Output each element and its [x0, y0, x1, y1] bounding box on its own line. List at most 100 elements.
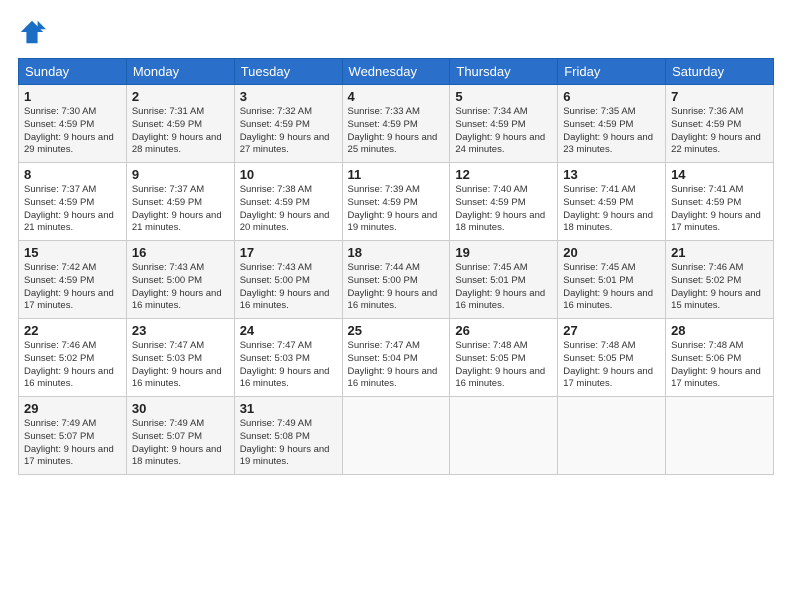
calendar-cell: 15Sunrise: 7:42 AMSunset: 4:59 PMDayligh…: [19, 241, 127, 319]
day-number: 11: [348, 167, 445, 182]
day-info: Sunrise: 7:49 AMSunset: 5:07 PMDaylight:…: [24, 418, 121, 469]
day-number: 12: [455, 167, 552, 182]
day-number: 31: [240, 401, 337, 416]
day-info: Sunrise: 7:32 AMSunset: 4:59 PMDaylight:…: [240, 106, 337, 157]
day-info: Sunrise: 7:35 AMSunset: 4:59 PMDaylight:…: [563, 106, 660, 157]
calendar-week-row: 1 Sunrise: 7:30 AMSunset: 4:59 PMDaylight…: [19, 85, 774, 163]
weekday-row: SundayMondayTuesdayWednesdayThursdayFrid…: [19, 59, 774, 85]
calendar-cell: 28 Sunrise: 7:48 AMSunset: 5:06 PMDayligh…: [666, 319, 774, 397]
calendar-week-row: 8 Sunrise: 7:37 AMSunset: 4:59 PMDaylight…: [19, 163, 774, 241]
day-info: Sunrise: 7:38 AMSunset: 4:59 PMDaylight:…: [240, 184, 337, 235]
calendar-header: SundayMondayTuesdayWednesdayThursdayFrid…: [19, 59, 774, 85]
day-info: Sunrise: 7:31 AMSunset: 4:59 PMDaylight:…: [132, 106, 229, 157]
day-info: Sunrise: 7:47 AMSunset: 5:03 PMDaylight:…: [240, 340, 337, 391]
day-info: Sunrise: 7:47 AMSunset: 5:03 PMDaylight:…: [132, 340, 229, 391]
day-number: 9: [132, 167, 229, 182]
calendar-cell: [558, 397, 666, 475]
calendar-cell: 9 Sunrise: 7:37 AMSunset: 4:59 PMDaylight…: [126, 163, 234, 241]
weekday-header: Friday: [558, 59, 666, 85]
calendar-cell: [666, 397, 774, 475]
day-number: 10: [240, 167, 337, 182]
day-number: 5: [455, 89, 552, 104]
day-number: 2: [132, 89, 229, 104]
day-info: Sunrise: 7:48 AMSunset: 5:05 PMDaylight:…: [563, 340, 660, 391]
day-info: Sunrise: 7:49 AMSunset: 5:07 PMDaylight:…: [132, 418, 229, 469]
calendar-cell: 4 Sunrise: 7:33 AMSunset: 4:59 PMDaylight…: [342, 85, 450, 163]
day-info: Sunrise: 7:37 AMSunset: 4:59 PMDaylight:…: [132, 184, 229, 235]
page-container: SundayMondayTuesdayWednesdayThursdayFrid…: [0, 0, 792, 485]
weekday-header: Sunday: [19, 59, 127, 85]
day-info: Sunrise: 7:30 AMSunset: 4:59 PMDaylight:…: [24, 106, 121, 157]
weekday-header: Monday: [126, 59, 234, 85]
calendar-cell: 12 Sunrise: 7:40 AMSunset: 4:59 PMDayligh…: [450, 163, 558, 241]
day-info: Sunrise: 7:46 AMSunset: 5:02 PMDaylight:…: [671, 262, 768, 313]
day-info: Sunrise: 7:33 AMSunset: 4:59 PMDaylight:…: [348, 106, 445, 157]
day-number: 13: [563, 167, 660, 182]
day-number: 24: [240, 323, 337, 338]
header: [18, 18, 774, 46]
day-number: 4: [348, 89, 445, 104]
calendar-cell: 1 Sunrise: 7:30 AMSunset: 4:59 PMDaylight…: [19, 85, 127, 163]
day-info: Sunrise: 7:34 AMSunset: 4:59 PMDaylight:…: [455, 106, 552, 157]
day-info: Sunrise: 7:47 AMSunset: 5:04 PMDaylight:…: [348, 340, 445, 391]
calendar-cell: 14 Sunrise: 7:41 AMSunset: 4:59 PMDayligh…: [666, 163, 774, 241]
day-info: Sunrise: 7:41 AMSunset: 4:59 PMDaylight:…: [563, 184, 660, 235]
calendar-cell: 21 Sunrise: 7:46 AMSunset: 5:02 PMDayligh…: [666, 241, 774, 319]
calendar-cell: 31 Sunrise: 7:49 AMSunset: 5:08 PMDayligh…: [234, 397, 342, 475]
day-number: 25: [348, 323, 445, 338]
calendar-cell: 10 Sunrise: 7:38 AMSunset: 4:59 PMDayligh…: [234, 163, 342, 241]
day-info: Sunrise: 7:37 AMSunset: 4:59 PMDaylight:…: [24, 184, 121, 235]
day-number: 17: [240, 245, 337, 260]
calendar-week-row: 15Sunrise: 7:42 AMSunset: 4:59 PMDayligh…: [19, 241, 774, 319]
calendar-cell: 3Sunrise: 7:32 AMSunset: 4:59 PMDaylight…: [234, 85, 342, 163]
calendar-cell: 29 Sunrise: 7:49 AMSunset: 5:07 PMDayligh…: [19, 397, 127, 475]
calendar-cell: 22Sunrise: 7:46 AMSunset: 5:02 PMDayligh…: [19, 319, 127, 397]
day-number: 7: [671, 89, 768, 104]
day-number: 6: [563, 89, 660, 104]
calendar-cell: 23 Sunrise: 7:47 AMSunset: 5:03 PMDayligh…: [126, 319, 234, 397]
day-number: 8: [24, 167, 121, 182]
day-number: 22: [24, 323, 121, 338]
calendar-week-row: 22Sunrise: 7:46 AMSunset: 5:02 PMDayligh…: [19, 319, 774, 397]
calendar-cell: 7 Sunrise: 7:36 AMSunset: 4:59 PMDaylight…: [666, 85, 774, 163]
day-number: 14: [671, 167, 768, 182]
day-number: 16: [132, 245, 229, 260]
calendar-cell: 18Sunrise: 7:44 AMSunset: 5:00 PMDayligh…: [342, 241, 450, 319]
day-info: Sunrise: 7:49 AMSunset: 5:08 PMDaylight:…: [240, 418, 337, 469]
calendar-cell: 19Sunrise: 7:45 AMSunset: 5:01 PMDayligh…: [450, 241, 558, 319]
day-number: 29: [24, 401, 121, 416]
day-info: Sunrise: 7:48 AMSunset: 5:06 PMDaylight:…: [671, 340, 768, 391]
calendar-cell: 17 Sunrise: 7:43 AMSunset: 5:00 PMDayligh…: [234, 241, 342, 319]
day-number: 21: [671, 245, 768, 260]
calendar-cell: 11Sunrise: 7:39 AMSunset: 4:59 PMDayligh…: [342, 163, 450, 241]
calendar-cell: [342, 397, 450, 475]
day-number: 28: [671, 323, 768, 338]
calendar-cell: [450, 397, 558, 475]
calendar-cell: 30Sunrise: 7:49 AMSunset: 5:07 PMDayligh…: [126, 397, 234, 475]
day-info: Sunrise: 7:41 AMSunset: 4:59 PMDaylight:…: [671, 184, 768, 235]
day-number: 1: [24, 89, 121, 104]
day-number: 26: [455, 323, 552, 338]
calendar-cell: 27Sunrise: 7:48 AMSunset: 5:05 PMDayligh…: [558, 319, 666, 397]
logo: [18, 18, 50, 46]
day-info: Sunrise: 7:43 AMSunset: 5:00 PMDaylight:…: [240, 262, 337, 313]
day-info: Sunrise: 7:40 AMSunset: 4:59 PMDaylight:…: [455, 184, 552, 235]
calendar-body: 1 Sunrise: 7:30 AMSunset: 4:59 PMDaylight…: [19, 85, 774, 475]
calendar-table: SundayMondayTuesdayWednesdayThursdayFrid…: [18, 58, 774, 475]
calendar-cell: 5 Sunrise: 7:34 AMSunset: 4:59 PMDaylight…: [450, 85, 558, 163]
weekday-header: Tuesday: [234, 59, 342, 85]
day-info: Sunrise: 7:44 AMSunset: 5:00 PMDaylight:…: [348, 262, 445, 313]
day-number: 23: [132, 323, 229, 338]
day-info: Sunrise: 7:36 AMSunset: 4:59 PMDaylight:…: [671, 106, 768, 157]
day-number: 20: [563, 245, 660, 260]
day-number: 15: [24, 245, 121, 260]
logo-icon: [18, 18, 46, 46]
weekday-header: Thursday: [450, 59, 558, 85]
calendar-cell: 25 Sunrise: 7:47 AMSunset: 5:04 PMDayligh…: [342, 319, 450, 397]
calendar-cell: 6 Sunrise: 7:35 AMSunset: 4:59 PMDaylight…: [558, 85, 666, 163]
weekday-header: Saturday: [666, 59, 774, 85]
calendar-cell: 24 Sunrise: 7:47 AMSunset: 5:03 PMDayligh…: [234, 319, 342, 397]
calendar-cell: 20Sunrise: 7:45 AMSunset: 5:01 PMDayligh…: [558, 241, 666, 319]
calendar-week-row: 29 Sunrise: 7:49 AMSunset: 5:07 PMDayligh…: [19, 397, 774, 475]
calendar-cell: 16Sunrise: 7:43 AMSunset: 5:00 PMDayligh…: [126, 241, 234, 319]
